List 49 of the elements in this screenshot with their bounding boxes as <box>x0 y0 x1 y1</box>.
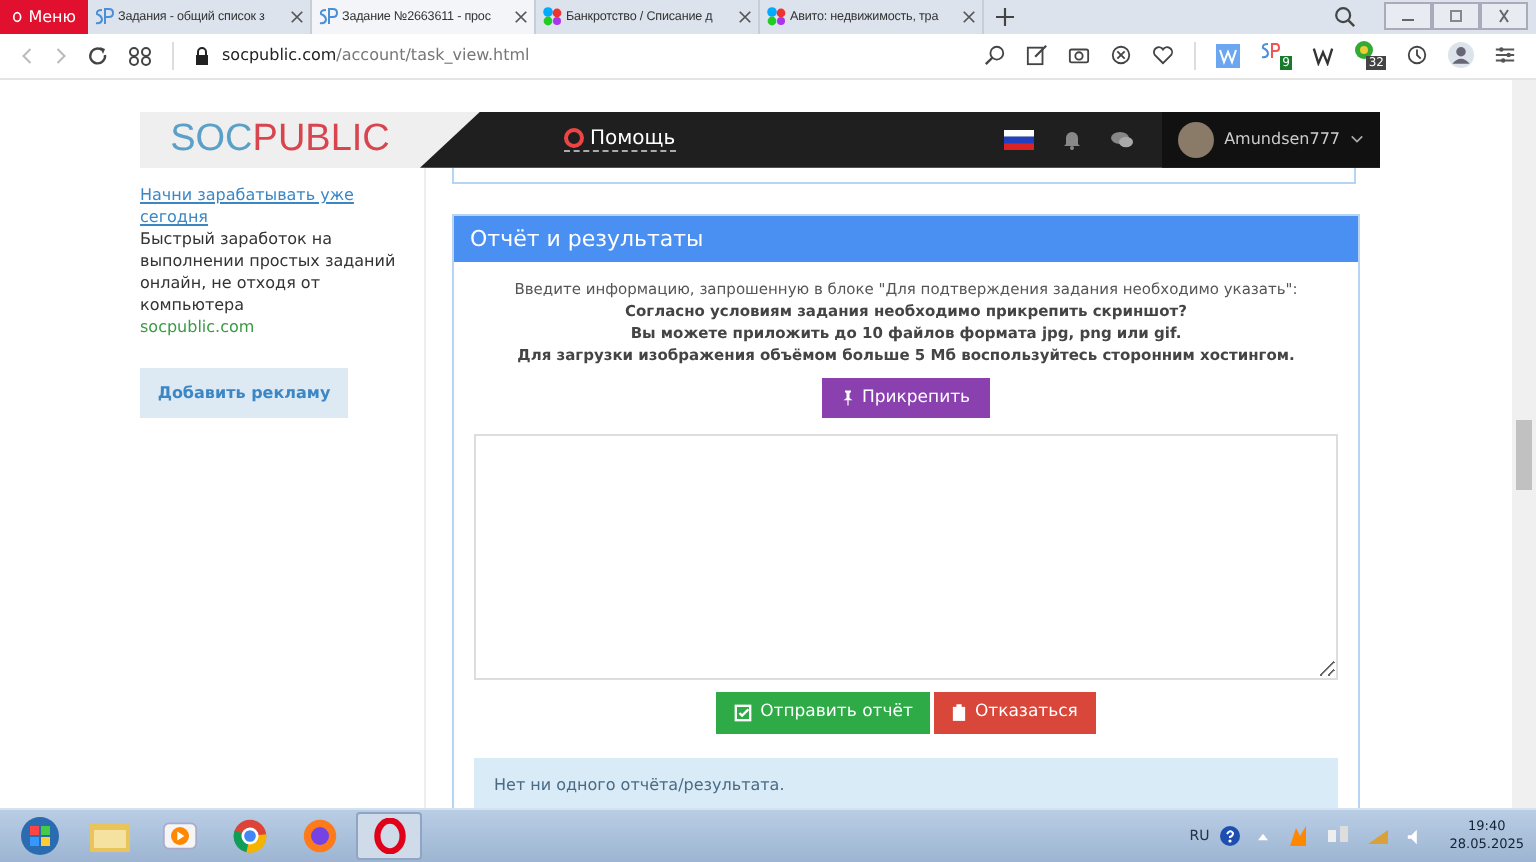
flag-icon[interactable] <box>1004 129 1035 150</box>
close-icon[interactable] <box>1480 2 1528 30</box>
profile-icon[interactable] <box>1448 42 1474 69</box>
bell-icon[interactable] <box>1062 128 1083 151</box>
circle-extension-icon[interactable] <box>1354 40 1374 61</box>
zoom-icon[interactable] <box>984 44 1006 67</box>
panel-title: Отчёт и результаты <box>454 215 1358 262</box>
camera-icon[interactable] <box>1068 44 1090 67</box>
close-tab-icon[interactable] <box>290 9 304 24</box>
clipboard-icon <box>952 703 967 722</box>
avatar-icon <box>1178 121 1215 158</box>
url-field[interactable]: socpublic.com/account/task_view.html <box>222 46 530 65</box>
w-letter-icon[interactable] <box>1312 45 1334 66</box>
edit-icon[interactable] <box>1026 44 1048 67</box>
checkbox-icon <box>734 703 753 722</box>
speed-dial-icon[interactable] <box>128 45 152 66</box>
site-link[interactable]: socpublic.com <box>140 315 424 338</box>
close-tab-icon[interactable] <box>514 9 528 24</box>
user-menu[interactable]: Amundsen777 <box>1162 111 1380 168</box>
o-logo-icon <box>12 7 23 26</box>
colored-dots-icon <box>766 6 786 27</box>
maximize-icon[interactable] <box>1432 2 1480 30</box>
heart-icon[interactable] <box>1152 44 1174 67</box>
reload-icon[interactable] <box>88 45 108 66</box>
clock-icon[interactable] <box>1406 44 1428 67</box>
scrollbar[interactable] <box>1512 79 1536 809</box>
sp-favicon-icon <box>318 6 338 27</box>
lifebuoy-icon <box>564 128 584 149</box>
settings-icon[interactable] <box>1494 44 1516 67</box>
refuse-button[interactable]: Отказаться <box>934 691 1096 734</box>
help-link[interactable]: Помощь <box>564 127 676 152</box>
close-tab-icon[interactable] <box>962 9 976 24</box>
sp-favicon-icon <box>94 6 114 27</box>
opera-app-icon[interactable] <box>356 812 422 861</box>
report-input[interactable] <box>474 433 1338 680</box>
promo-link[interactable]: Начни зарабатывать уже сегодня <box>140 183 424 228</box>
pin-icon <box>841 389 854 406</box>
site-logo[interactable]: SOCPUBLIC <box>140 111 420 168</box>
sp-logo-icon[interactable] <box>1260 40 1280 61</box>
attach-button[interactable]: Прикрепить <box>821 377 991 418</box>
promo-text: Быстрый заработок на выполнении простых заданий онлайн, не отходя от компьютера <box>140 227 398 316</box>
colored-dots-icon <box>542 6 562 27</box>
lock-icon <box>194 45 210 66</box>
info-message: Нет ни одного отчёта/результата. <box>474 757 1338 809</box>
chat-icon[interactable] <box>1110 129 1135 150</box>
blocker-icon[interactable] <box>1110 44 1132 67</box>
close-tab-icon[interactable] <box>738 9 752 24</box>
chevron-down-icon <box>1350 134 1364 145</box>
menu-button[interactable]: Меню <box>0 0 88 34</box>
